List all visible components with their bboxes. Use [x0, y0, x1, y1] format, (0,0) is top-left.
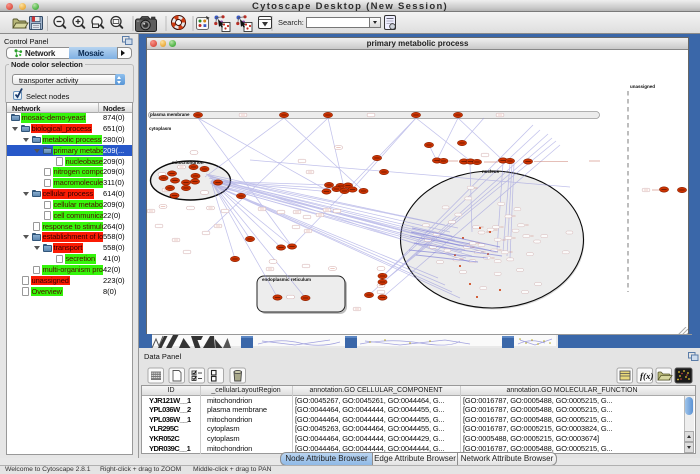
svg-text:f(x): f(x)	[640, 371, 654, 381]
